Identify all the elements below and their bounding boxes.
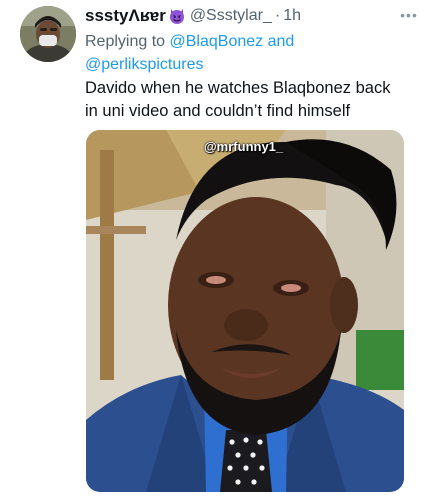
tweet-card[interactable]: ssstyɅʁɐr @Ssstylar_ · 1h ••• Replying t… <box>0 0 434 500</box>
media-watermark: @mrfunny1_ <box>204 139 284 154</box>
more-options-icon[interactable]: ••• <box>392 4 426 26</box>
tweet-text: Davido when he watches Blaqbonez back in… <box>85 77 416 123</box>
mention-and: and <box>267 33 295 50</box>
video-still-image <box>86 130 404 492</box>
display-name[interactable]: ssstyɅʁɐr <box>85 6 166 26</box>
tweet-text-line: Davido when he watches Blaqbonez back <box>85 79 391 97</box>
separator-dot: · <box>274 7 281 24</box>
mention-perlikspictures-link[interactable]: @perlikspictures <box>85 56 204 73</box>
user-handle[interactable]: @Ssstylar_ <box>190 7 272 25</box>
reply-prefix: Replying to <box>85 33 166 50</box>
replying-to: Replying to @BlaqBonez and @perlikspictu… <box>85 30 424 76</box>
tweet-media-video[interactable]: @mrfunny1_ <box>86 130 404 492</box>
avatar[interactable] <box>20 6 76 62</box>
tweet-header: ssstyɅʁɐr @Ssstylar_ · 1h <box>85 4 424 28</box>
mention-blaqbonez-link[interactable]: @BlaqBonez <box>170 33 264 50</box>
smiling-face-with-horns-icon <box>168 7 186 25</box>
tweet-text-line: in uni video and couldn’t find himself <box>85 102 351 120</box>
timestamp[interactable]: 1h <box>283 7 301 25</box>
